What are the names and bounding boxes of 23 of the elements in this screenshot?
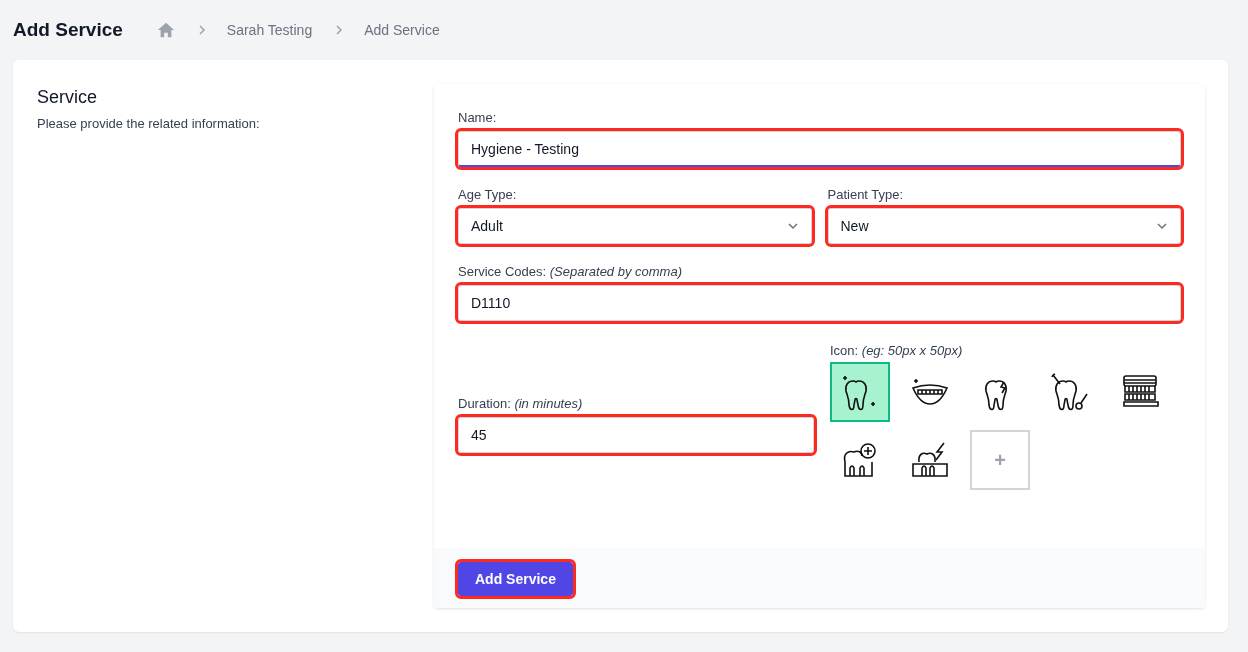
- field-label: Icon: (eg: 50px x 50px): [830, 343, 964, 358]
- chevron-icon: [196, 25, 207, 35]
- add-service-button[interactable]: Add Service: [458, 562, 573, 596]
- age-type-select[interactable]: Adult: [458, 208, 812, 244]
- field-label: Age Type:: [458, 187, 518, 202]
- icon-option[interactable]: [830, 362, 890, 422]
- chevron-icon: [334, 25, 345, 35]
- name-field[interactable]: Hygiene - Testing: [458, 131, 1181, 167]
- breadcrumb-link[interactable]: Add Service: [364, 22, 440, 38]
- field-label: Name:: [458, 110, 498, 125]
- tooth-brush-mirror-icon: [1050, 371, 1090, 413]
- field-label: Duration: (in minutes): [458, 396, 584, 411]
- caret-icon: [786, 220, 799, 232]
- service-codes-field[interactable]: D1110: [458, 285, 1181, 321]
- section-title: Service: [37, 87, 99, 108]
- field-label: Service Codes: (Separated by comma): [458, 264, 683, 279]
- duration-field[interactable]: 45: [458, 417, 814, 453]
- breadcrumb-link[interactable]: Sarah Testing: [226, 22, 313, 38]
- patient-type-select[interactable]: New: [827, 208, 1181, 244]
- section-description: Please provide the related information:: [37, 116, 261, 131]
- page-title: Add Service: [13, 19, 123, 41]
- field-label: Patient Type:: [827, 187, 905, 202]
- caret-icon: [1156, 220, 1168, 232]
